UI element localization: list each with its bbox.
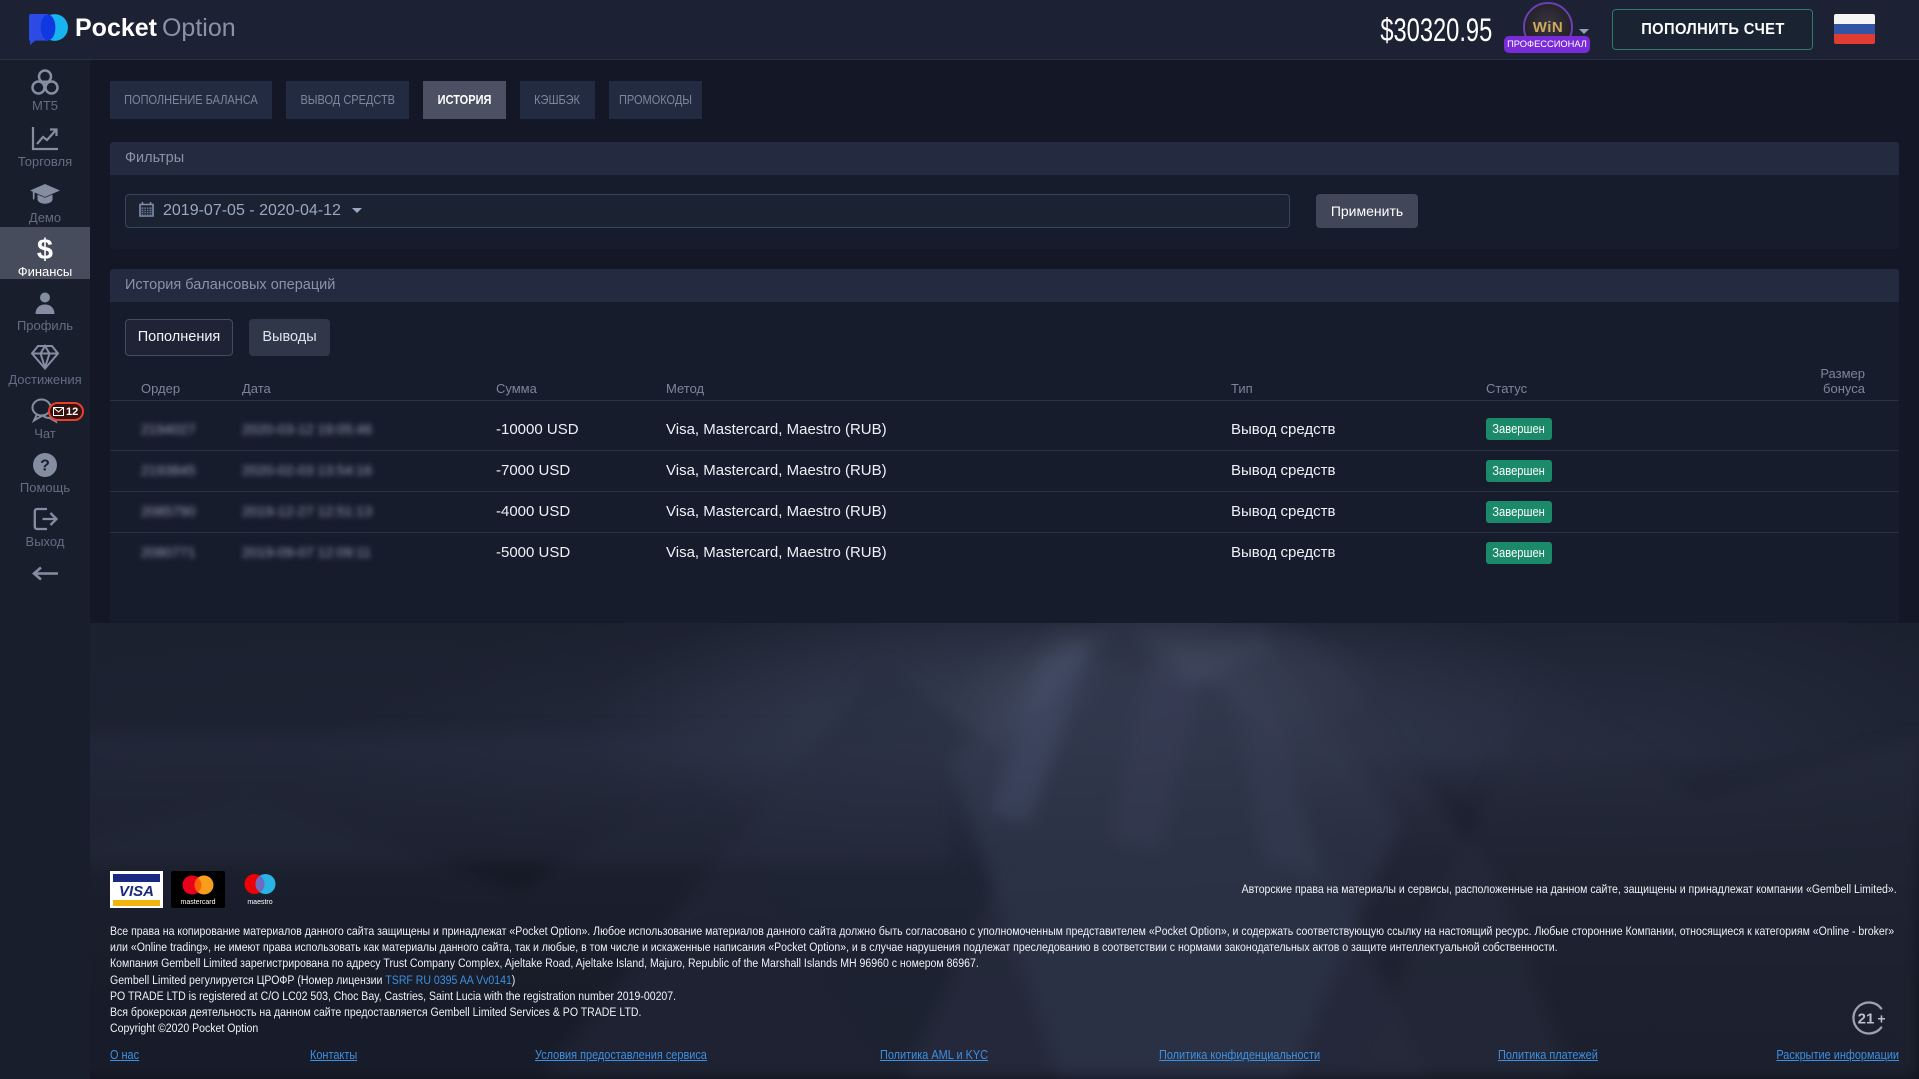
svg-text:VISA: VISA bbox=[119, 883, 154, 900]
svg-text:21: 21 bbox=[1858, 1011, 1875, 1028]
svg-text:?: ? bbox=[40, 458, 50, 475]
svg-text:5: 5 bbox=[42, 79, 48, 90]
svg-text:maestro: maestro bbox=[247, 899, 272, 906]
svg-text:mastercard: mastercard bbox=[180, 899, 215, 906]
svg-text:+: + bbox=[1877, 1011, 1885, 1027]
svg-text:$: $ bbox=[37, 234, 53, 265]
